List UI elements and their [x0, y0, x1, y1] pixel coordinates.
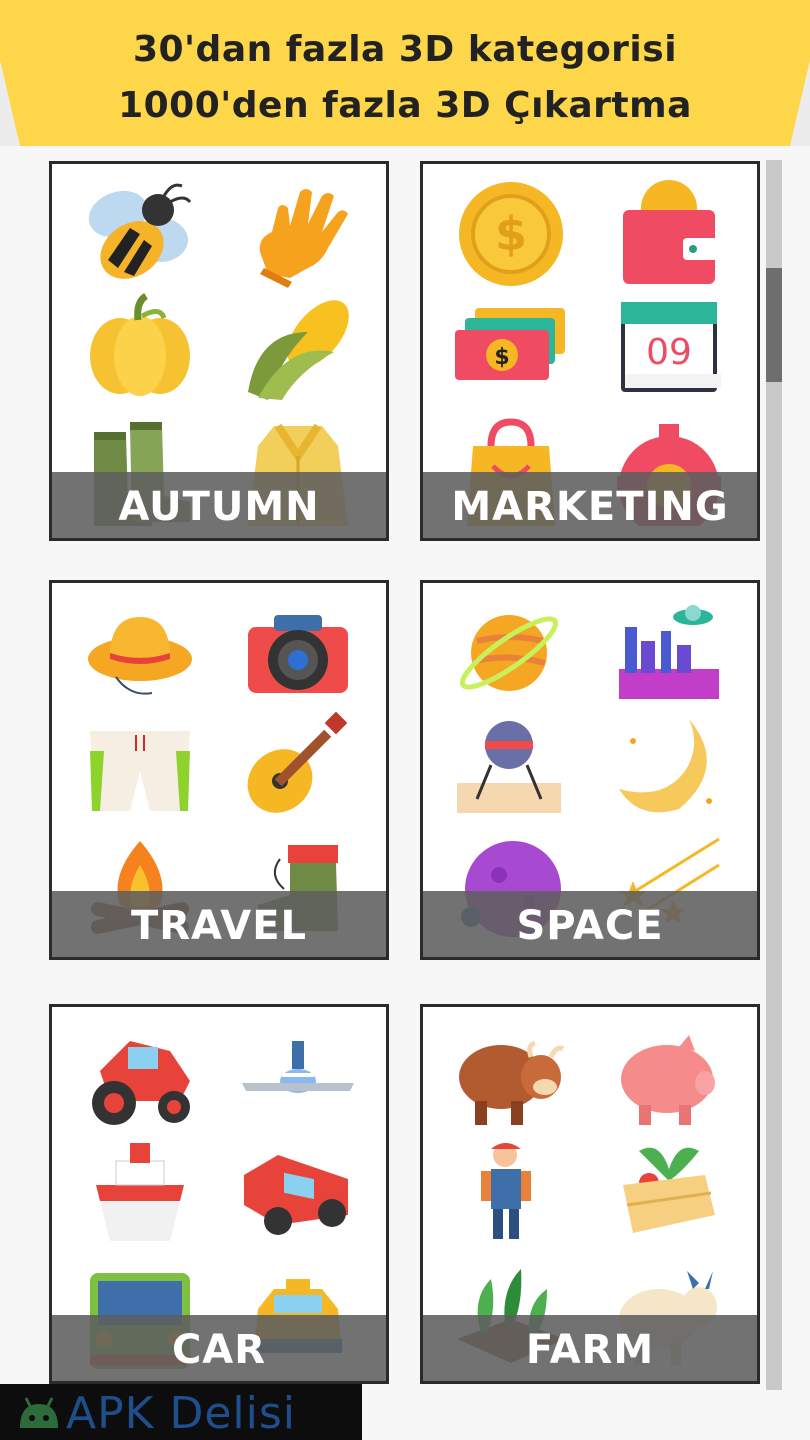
banner-line-2: 1000'den fazla 3D Çıkartma [118, 85, 692, 126]
calendar-icon: 09 [621, 302, 721, 392]
category-card-farm[interactable]: FARM [420, 1004, 760, 1384]
bull-icon [459, 1040, 565, 1125]
header-banner: 30'dan fazla 3D kategorisi 1000'den fazl… [0, 0, 810, 146]
category-label: TRAVEL [130, 903, 308, 949]
glove-icon [259, 189, 348, 288]
planet-icon [459, 615, 559, 691]
bee-icon [88, 183, 192, 279]
airplane-icon [242, 1041, 354, 1093]
crescent-moon-icon [619, 719, 712, 813]
guitar-icon [247, 711, 348, 813]
space-city-icon [619, 605, 719, 699]
svg-text:$: $ [494, 345, 509, 370]
wallet-icon [623, 180, 717, 284]
category-label: CAR [171, 1327, 267, 1373]
vegetable-crate-icon [623, 1147, 715, 1233]
shorts-icon [90, 731, 190, 811]
pig-icon [621, 1035, 715, 1125]
category-label: FARM [525, 1327, 655, 1373]
pickup-truck-icon [244, 1155, 348, 1235]
tractor-icon [92, 1041, 190, 1125]
sun-hat-icon [88, 617, 192, 695]
banner-title: 30'dan fazla 3D kategorisi 1000'den fazl… [0, 22, 810, 134]
pumpkin-icon [90, 293, 190, 396]
svg-text:09: 09 [646, 332, 692, 373]
category-card-space[interactable]: SPACE [420, 580, 760, 960]
corn-icon [248, 300, 349, 400]
dollar-coin-icon: $ [459, 182, 563, 286]
lunar-lander-icon [457, 721, 561, 813]
category-label: AUTUMN [118, 484, 320, 530]
category-label: SPACE [516, 903, 664, 949]
category-card-travel[interactable]: TRAVEL [49, 580, 389, 960]
scrollbar-thumb[interactable] [766, 268, 782, 382]
camera-icon [248, 615, 348, 693]
ship-icon [96, 1143, 184, 1241]
money-cash-icon: $ [455, 308, 565, 380]
category-card-marketing[interactable]: $ $ 09 MARKETING [420, 161, 760, 541]
category-card-car[interactable]: CAR [49, 1004, 389, 1384]
category-card-autumn[interactable]: AUTUMN [49, 161, 389, 541]
svg-text:$: $ [495, 207, 527, 261]
farmer-icon [481, 1143, 531, 1239]
android-logo-icon [20, 1397, 58, 1428]
watermark-text: APK Delisi [66, 1388, 297, 1439]
category-label: MARKETING [451, 484, 729, 530]
banner-line-1: 30'dan fazla 3D kategorisi [132, 29, 678, 70]
